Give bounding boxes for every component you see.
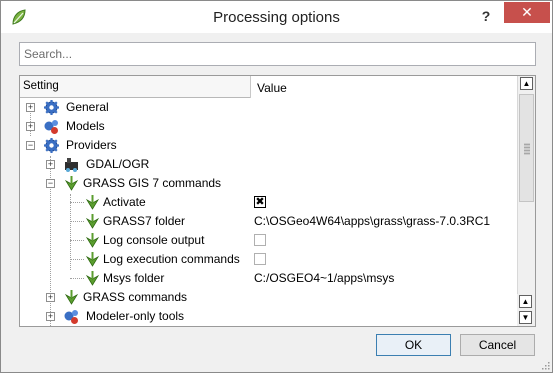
expand-toggle[interactable]: + bbox=[46, 312, 55, 321]
ok-button[interactable]: OK bbox=[376, 334, 451, 356]
tree-guide bbox=[70, 259, 84, 260]
tree-rows: + General + Models − Providers + GDAL/OG… bbox=[20, 98, 517, 326]
column-header-setting[interactable]: Setting bbox=[20, 76, 251, 98]
tree-label: GDAL/OGR bbox=[86, 157, 150, 171]
grass-icon bbox=[64, 176, 79, 191]
tree-row-modeler-only[interactable]: + Modeler-only tools bbox=[20, 307, 517, 326]
column-header-value[interactable]: Value bbox=[254, 78, 520, 100]
grass-icon bbox=[85, 233, 100, 248]
tree-row-providers[interactable]: − Providers bbox=[20, 136, 517, 155]
help-button[interactable]: ? bbox=[475, 5, 497, 27]
models-icon bbox=[64, 310, 78, 324]
gdal-icon bbox=[65, 158, 78, 172]
scroll-up-arrow[interactable]: ▲ bbox=[519, 295, 532, 308]
expand-toggle[interactable]: + bbox=[26, 122, 35, 131]
grip-icon bbox=[524, 143, 530, 155]
tree-label: General bbox=[66, 100, 109, 114]
tree-row-grass7[interactable]: − GRASS GIS 7 commands bbox=[20, 174, 517, 193]
tree-label: Msys folder bbox=[103, 271, 165, 285]
tree-header: Setting Value bbox=[20, 76, 520, 100]
scroll-thumb[interactable] bbox=[519, 94, 534, 202]
tree-label: GRASS commands bbox=[83, 290, 188, 304]
scroll-down-arrow[interactable]: ▼ bbox=[519, 311, 532, 324]
grass-icon bbox=[85, 271, 100, 286]
resize-grip-icon[interactable] bbox=[540, 360, 550, 370]
activate-checkbox[interactable]: ✖ bbox=[254, 196, 266, 208]
secondary-scrollbar[interactable]: ▲ ▼ bbox=[517, 294, 535, 326]
collapse-toggle[interactable]: − bbox=[46, 179, 55, 188]
msys-folder-value[interactable]: C:/OSGEO4~1/apps\msys bbox=[254, 271, 394, 285]
grass-icon bbox=[64, 290, 79, 305]
settings-tree: Setting Value + General + Models − Provi… bbox=[19, 75, 536, 327]
tree-label: Modeler-only tools bbox=[86, 309, 185, 323]
gear-icon bbox=[44, 138, 59, 153]
tree-row-gdal-ogr[interactable]: + GDAL/OGR bbox=[20, 155, 517, 174]
log-exec-checkbox[interactable] bbox=[254, 253, 266, 265]
expand-toggle[interactable]: + bbox=[26, 103, 35, 112]
vertical-scrollbar[interactable]: ▲ bbox=[517, 76, 535, 296]
grass-icon bbox=[85, 252, 100, 267]
grass7-folder-value[interactable]: C:\OSGeo4W64\apps\grass\grass-7.0.3RC1 bbox=[254, 214, 490, 228]
tree-row-log-console[interactable]: Log console output bbox=[20, 231, 517, 250]
window-title: Processing options bbox=[213, 9, 340, 26]
expand-toggle[interactable]: + bbox=[46, 293, 55, 302]
tree-row-msys-folder[interactable]: Msys folder C:/OSGEO4~1/apps\msys bbox=[20, 269, 517, 288]
models-icon bbox=[44, 120, 58, 134]
tree-row-grass7-folder[interactable]: GRASS7 folder C:\OSGeo4W64\apps\grass\gr… bbox=[20, 212, 517, 231]
tree-row-activate[interactable]: Activate ✖ bbox=[20, 193, 517, 212]
tree-label: Models bbox=[66, 119, 105, 133]
search-input[interactable] bbox=[19, 42, 536, 66]
title-bar: Processing options ? ✕ bbox=[1, 1, 552, 33]
close-button[interactable]: ✕ bbox=[504, 2, 550, 23]
tree-row-grass[interactable]: + GRASS commands bbox=[20, 288, 517, 307]
expand-toggle[interactable]: + bbox=[46, 160, 55, 169]
tree-row-models[interactable]: + Models bbox=[20, 117, 517, 136]
scroll-up-arrow[interactable]: ▲ bbox=[520, 77, 533, 90]
tree-label: Providers bbox=[66, 138, 117, 152]
tree-guide bbox=[70, 278, 84, 279]
cancel-button[interactable]: Cancel bbox=[460, 334, 535, 356]
tree-label: GRASS GIS 7 commands bbox=[83, 176, 222, 190]
tree-label: GRASS7 folder bbox=[103, 214, 186, 228]
tree-label: Activate bbox=[103, 195, 146, 209]
tree-guide bbox=[70, 202, 84, 203]
tree-row-log-exec[interactable]: Log execution commands bbox=[20, 250, 517, 269]
gear-icon bbox=[44, 100, 59, 115]
grass-icon bbox=[85, 195, 100, 210]
processing-options-dialog: Processing options ? ✕ Setting Value + G… bbox=[0, 0, 553, 373]
tree-row-general[interactable]: + General bbox=[20, 98, 517, 117]
tree-guide bbox=[70, 221, 84, 222]
grass-icon bbox=[85, 214, 100, 229]
tree-guide bbox=[70, 240, 84, 241]
collapse-toggle[interactable]: − bbox=[26, 141, 35, 150]
log-console-checkbox[interactable] bbox=[254, 234, 266, 246]
tree-label: Log console output bbox=[103, 233, 205, 247]
tree-label: Log execution commands bbox=[103, 252, 240, 266]
